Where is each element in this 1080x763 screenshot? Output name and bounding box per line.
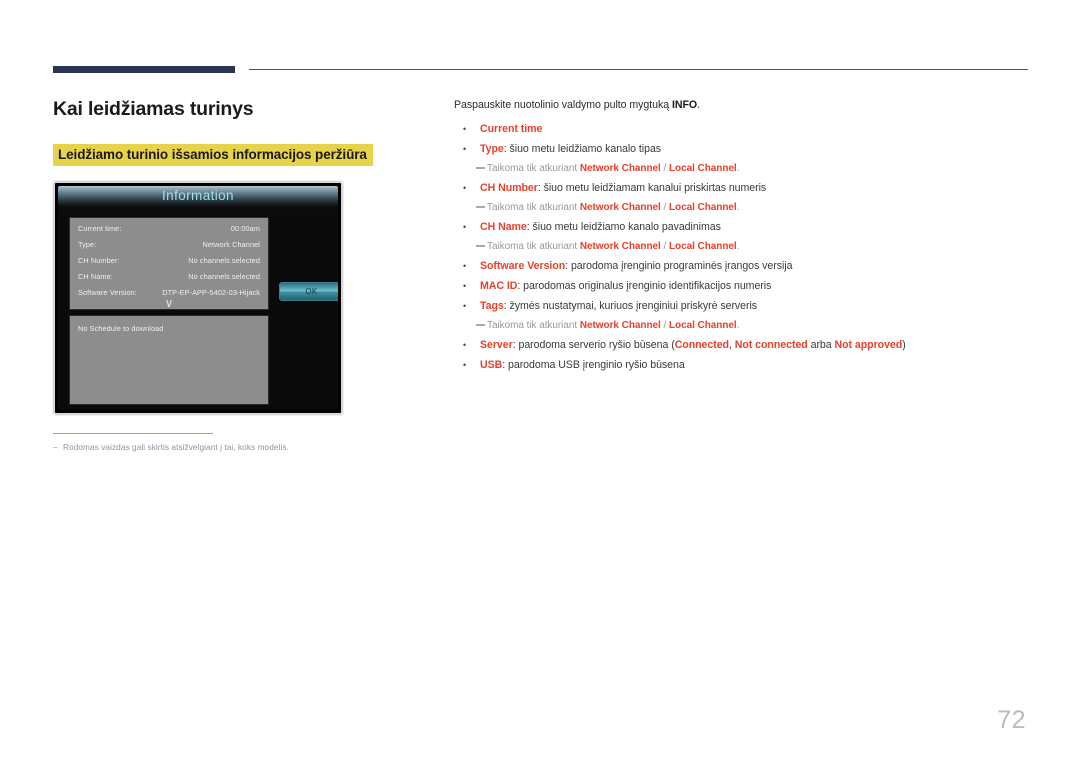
term-label: Current time <box>480 123 543 135</box>
term-label: Tags <box>480 300 504 312</box>
list-item-type: Type: šiuo metu leidžiamo kanalo tipas <box>454 139 1034 159</box>
dialog-body: Current time: 00:00am Type: Network Chan… <box>58 214 338 410</box>
subnote-suffix: . <box>736 163 740 174</box>
term-desc: : parodomas originalus įrenginio identif… <box>517 280 772 292</box>
page-title: Kai leidžiamas turinys <box>53 98 254 120</box>
term-label: USB <box>480 359 503 371</box>
subnote-suffix: . <box>736 202 740 213</box>
subnote-network-channel: Network Channel <box>579 320 661 331</box>
term-desc: : žymės nustatymai, kuriuos įrenginiui p… <box>503 300 758 312</box>
list-item-usb: USB: parodoma USB įrenginio ryšio būsena <box>454 355 1034 375</box>
subnote-network-channel: Network Channel <box>579 163 661 174</box>
footnote-text: Rodomas vaizdas gali skirtis atsižvelgia… <box>63 442 289 452</box>
subnote-type: Taikoma tik atkuriant Network Channel / … <box>454 159 1034 178</box>
section-title: Leidžiamo turinio išsamios informacijos … <box>53 144 373 166</box>
subnote-ch-name: Taikoma tik atkuriant Network Channel / … <box>454 237 1034 256</box>
term-desc: : šiuo metu leidžiamam kanalui priskirta… <box>537 182 767 194</box>
term-desc-a: : parodoma serverio ryšio būsena ( <box>512 339 675 351</box>
term-desc: : parodoma USB įrenginio ryšio būsena <box>502 359 685 371</box>
lead-prefix: Paspauskite nuotolinio valdymo pulto myg… <box>454 99 672 111</box>
chevron-down-icon[interactable]: ∨ <box>70 297 268 309</box>
subnote-separator: / <box>660 163 669 174</box>
term-desc: : parodoma įrenginio programinės įrangos… <box>565 260 793 272</box>
term-label: Type <box>480 143 504 155</box>
lead-paragraph: Paspauskite nuotolinio valdymo pulto myg… <box>454 99 1034 111</box>
tv-information-screenshot: Information Current time: 00:00am Type: … <box>53 181 343 415</box>
info-value: 00:00am <box>230 224 260 233</box>
subnote-network-channel: Network Channel <box>579 241 661 252</box>
subnote-local-channel: Local Channel <box>668 163 737 174</box>
subnote-prefix: Taikoma tik atkuriant <box>487 320 580 331</box>
term-label: CH Name <box>480 221 527 233</box>
subnote-prefix: Taikoma tik atkuriant <box>487 241 580 252</box>
schedule-panel: No Schedule to download <box>69 315 269 405</box>
status-not-approved: Not approved <box>834 339 903 351</box>
footnote-dash: – <box>53 442 58 452</box>
info-value: No channels selected <box>188 256 260 265</box>
ok-button[interactable]: OK <box>279 282 338 301</box>
lead-info-key: INFO <box>672 99 698 111</box>
info-row-ch-number: CH Number: No channels selected <box>78 253 260 269</box>
term-desc: : šiuo metu leidžiamo kanalo tipas <box>503 143 662 155</box>
subnote-local-channel: Local Channel <box>668 202 737 213</box>
subnote-ch-number: Taikoma tik atkuriant Network Channel / … <box>454 198 1034 217</box>
subnote-tags: Taikoma tik atkuriant Network Channel / … <box>454 316 1034 335</box>
term-label: Software Version <box>480 260 566 272</box>
term-label: CH Number <box>480 182 538 194</box>
info-value: Network Channel <box>202 240 260 249</box>
page-number: 72 <box>997 706 1026 734</box>
info-row-current-time: Current time: 00:00am <box>78 221 260 237</box>
subnote-prefix: Taikoma tik atkuriant <box>487 163 580 174</box>
instructions-column: Paspauskite nuotolinio valdymo pulto myg… <box>454 99 1034 375</box>
info-value: No channels selected <box>188 272 260 281</box>
term-desc: : šiuo metu leidžiamo kanalo pavadinimas <box>526 221 721 233</box>
dialog-titlebar: Information <box>58 186 338 207</box>
dialog-titlebar-shadow <box>58 207 338 214</box>
list-item-ch-name: CH Name: šiuo metu leidžiamo kanalo pava… <box>454 217 1034 237</box>
subnote-prefix: Taikoma tik atkuriant <box>487 202 580 213</box>
list-item-software-version: Software Version: parodoma įrenginio pro… <box>454 256 1034 276</box>
term-desc-d: ) <box>902 339 906 351</box>
list-item-tags: Tags: žymės nustatymai, kuriuos įrengini… <box>454 296 1034 316</box>
info-row-type: Type: Network Channel <box>78 237 260 253</box>
info-row-ch-name: CH Name: No channels selected <box>78 269 260 285</box>
list-item-current-time: Current time <box>454 119 1034 139</box>
tv-screen: Information Current time: 00:00am Type: … <box>58 186 338 410</box>
list-item-ch-number: CH Number: šiuo metu leidžiamam kanalui … <box>454 178 1034 198</box>
dialog-title: Information <box>162 188 234 203</box>
info-label: Type: <box>78 240 97 249</box>
info-spec-list: Current time: 00:00am Type: Network Chan… <box>69 217 269 310</box>
subnote-local-channel: Local Channel <box>668 241 737 252</box>
subnote-local-channel: Local Channel <box>668 320 737 331</box>
info-label: CH Name: <box>78 272 113 281</box>
term-label: Server <box>480 339 513 351</box>
schedule-status-text: No Schedule to download <box>78 324 164 333</box>
subnote-separator: / <box>660 320 669 331</box>
status-not-connected: Not connected <box>734 339 808 351</box>
header-rule-thin <box>249 69 1028 70</box>
footnote: – Rodomas vaizdas gali skirtis atsižvelgi… <box>53 442 289 452</box>
status-connected: Connected <box>674 339 729 351</box>
term-desc-c: arba <box>807 339 835 351</box>
info-label: CH Number: <box>78 256 120 265</box>
subnote-suffix: . <box>736 320 740 331</box>
subnote-separator: / <box>660 202 669 213</box>
subnote-network-channel: Network Channel <box>579 202 661 213</box>
subnote-suffix: . <box>736 241 740 252</box>
term-label: MAC ID <box>480 280 518 292</box>
page-header-rules <box>53 66 1028 76</box>
header-rule-thick <box>53 66 235 73</box>
footnote-divider <box>53 433 213 434</box>
lead-suffix: . <box>697 99 701 111</box>
subnote-separator: / <box>660 241 669 252</box>
info-label: Current time: <box>78 224 122 233</box>
list-item-mac-id: MAC ID: parodomas originalus įrenginio i… <box>454 276 1034 296</box>
list-item-server: Server: parodoma serverio ryšio būsena (… <box>454 335 1034 355</box>
